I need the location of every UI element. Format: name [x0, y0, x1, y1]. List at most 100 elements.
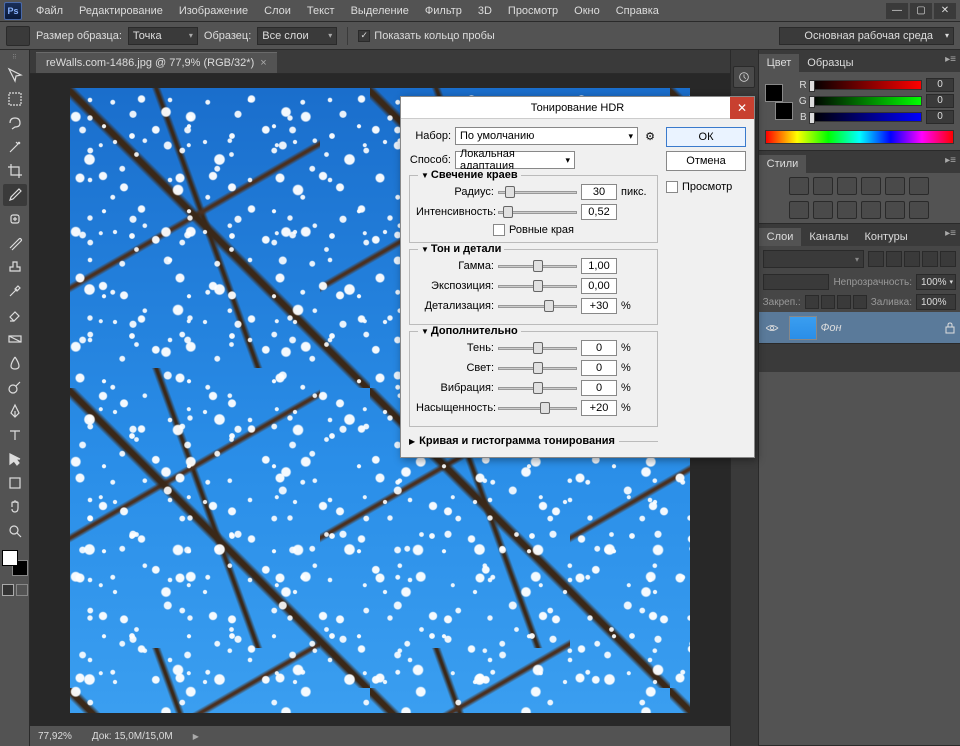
eraser-tool[interactable] — [3, 304, 27, 326]
curve-section-toggle[interactable]: ▶ Кривая и гистограмма тонирования — [409, 433, 658, 449]
preset-gear-icon[interactable]: ⚙ — [642, 130, 658, 143]
zoom-level[interactable]: 77,92% — [38, 731, 72, 742]
document-tab[interactable]: reWalls.com-1486.jpg @ 77,9% (RGB/32*) × — [36, 52, 277, 73]
foreground-color-swatch[interactable] — [2, 550, 18, 566]
gamma-slider[interactable] — [498, 259, 577, 273]
strength-slider[interactable] — [498, 205, 577, 219]
paths-tab[interactable]: Контуры — [856, 228, 915, 246]
opacity-value[interactable]: 100% — [916, 274, 956, 290]
sample-source-select[interactable]: Все слои — [257, 27, 337, 45]
layer-visibility-icon[interactable] — [759, 323, 785, 333]
saturation-slider[interactable] — [498, 401, 577, 415]
brush-tool[interactable] — [3, 232, 27, 254]
eyedropper-tool[interactable] — [3, 184, 27, 206]
dialog-titlebar[interactable]: Тонирование HDR ✕ — [401, 97, 754, 119]
status-menu-arrow[interactable]: ▶ — [193, 732, 199, 741]
style-preset-icon[interactable] — [837, 201, 857, 219]
r-slider[interactable] — [811, 80, 922, 90]
collapse-toggle-icon[interactable]: ▼ — [421, 327, 429, 336]
crop-tool[interactable] — [3, 160, 27, 182]
path-select-tool[interactable] — [3, 448, 27, 470]
layers-tab[interactable]: Слои — [759, 228, 802, 246]
show-ring-checkbox[interactable]: ✓ Показать кольцо пробы — [358, 30, 495, 42]
window-close[interactable]: ✕ — [934, 3, 956, 19]
lock-transparency-icon[interactable] — [805, 295, 819, 309]
collapse-toggle-icon[interactable]: ▼ — [421, 171, 429, 180]
detail-slider[interactable] — [498, 299, 577, 313]
menu-view[interactable]: Просмотр — [500, 2, 566, 20]
dodge-tool[interactable] — [3, 376, 27, 398]
filter-adjust-icon[interactable] — [886, 251, 902, 267]
g-value[interactable]: 0 — [926, 94, 954, 108]
lock-position-icon[interactable] — [837, 295, 851, 309]
hand-tool[interactable] — [3, 496, 27, 518]
tool-preset-picker[interactable] — [6, 26, 30, 46]
zoom-tool[interactable] — [3, 520, 27, 542]
b-value[interactable]: 0 — [926, 110, 954, 124]
style-preset-icon[interactable] — [813, 201, 833, 219]
shape-tool[interactable] — [3, 472, 27, 494]
color-swatches[interactable] — [2, 550, 28, 576]
saturation-value[interactable]: +20 — [581, 400, 617, 416]
quickmask-mode[interactable] — [16, 584, 28, 596]
layer-lock-icon[interactable] — [940, 322, 960, 334]
highlight-value[interactable]: 0 — [581, 360, 617, 376]
style-preset-icon[interactable] — [861, 201, 881, 219]
lock-all-icon[interactable] — [853, 295, 867, 309]
panel-menu-icon[interactable]: ▸≡ — [945, 228, 956, 239]
b-slider[interactable] — [811, 112, 922, 122]
menu-text[interactable]: Текст — [299, 2, 343, 20]
collapse-toggle-icon[interactable]: ▼ — [421, 245, 429, 254]
r-value[interactable]: 0 — [926, 78, 954, 92]
color-tab[interactable]: Цвет — [759, 54, 800, 72]
highlight-slider[interactable] — [498, 361, 577, 375]
dock-history-icon[interactable] — [733, 66, 755, 88]
style-preset-icon[interactable] — [813, 177, 833, 195]
window-maximize[interactable]: ▢ — [910, 3, 932, 19]
filter-pixel-icon[interactable] — [868, 251, 884, 267]
move-tool[interactable] — [3, 64, 27, 86]
close-document-icon[interactable]: × — [260, 57, 266, 69]
wand-tool[interactable] — [3, 136, 27, 158]
stamp-tool[interactable] — [3, 256, 27, 278]
standard-mode[interactable] — [2, 584, 14, 596]
vibrance-slider[interactable] — [498, 381, 577, 395]
exposure-value[interactable]: 0,00 — [581, 278, 617, 294]
exposure-slider[interactable] — [498, 279, 577, 293]
menu-filter[interactable]: Фильтр — [417, 2, 470, 20]
menu-window[interactable]: Окно — [566, 2, 608, 20]
window-minimize[interactable]: — — [886, 3, 908, 19]
type-tool[interactable] — [3, 424, 27, 446]
blend-mode-select[interactable] — [763, 274, 830, 290]
layer-item[interactable]: Фон — [759, 312, 960, 344]
gradient-tool[interactable] — [3, 328, 27, 350]
cancel-button[interactable]: Отмена — [666, 151, 746, 171]
panel-menu-icon[interactable]: ▸≡ — [945, 155, 956, 166]
style-preset-icon[interactable] — [789, 177, 809, 195]
marquee-tool[interactable] — [3, 88, 27, 110]
layer-filter-select[interactable] — [763, 250, 864, 268]
g-slider[interactable] — [811, 96, 922, 106]
hue-strip[interactable] — [765, 130, 954, 144]
menu-edit[interactable]: Редактирование — [71, 2, 171, 20]
detail-value[interactable]: +30 — [581, 298, 617, 314]
filter-type-icon[interactable] — [904, 251, 920, 267]
lock-pixels-icon[interactable] — [821, 295, 835, 309]
preset-select[interactable]: По умолчанию — [455, 127, 638, 145]
panel-grip[interactable]: ⠿ — [5, 54, 25, 60]
style-preset-icon[interactable] — [885, 177, 905, 195]
style-preset-icon[interactable] — [909, 177, 929, 195]
channels-tab[interactable]: Каналы — [801, 228, 856, 246]
shadow-value[interactable]: 0 — [581, 340, 617, 356]
panel-menu-icon[interactable]: ▸≡ — [945, 54, 956, 65]
menu-help[interactable]: Справка — [608, 2, 667, 20]
radius-value[interactable]: 30 — [581, 184, 617, 200]
menu-select[interactable]: Выделение — [343, 2, 417, 20]
style-preset-icon[interactable] — [861, 177, 881, 195]
healing-tool[interactable] — [3, 208, 27, 230]
fill-value[interactable]: 100% — [916, 294, 956, 310]
smooth-edges-checkbox[interactable]: Ровные края — [416, 224, 651, 236]
style-preset-icon[interactable] — [837, 177, 857, 195]
ok-button[interactable]: ОК — [666, 127, 746, 147]
layer-thumbnail[interactable] — [789, 316, 817, 340]
